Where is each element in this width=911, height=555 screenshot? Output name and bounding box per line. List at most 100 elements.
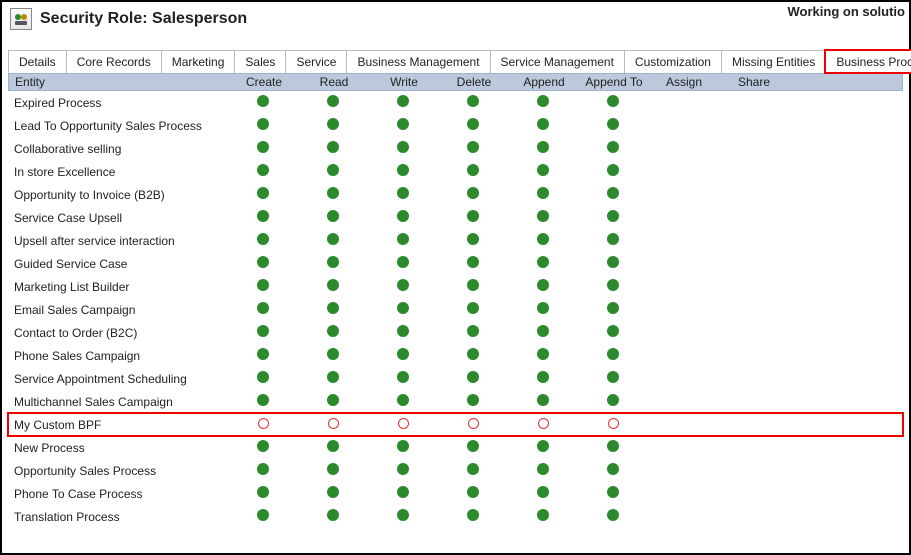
permission-cell[interactable] (368, 418, 438, 432)
permission-cell[interactable] (298, 233, 368, 248)
permission-cell[interactable] (228, 302, 298, 317)
permission-cell[interactable] (508, 256, 578, 271)
permission-cell[interactable] (508, 348, 578, 363)
permission-cell[interactable] (298, 302, 368, 317)
permission-cell[interactable] (438, 141, 508, 156)
permission-cell[interactable] (508, 118, 578, 133)
column-header-read[interactable]: Read (299, 75, 369, 89)
permission-cell[interactable] (298, 486, 368, 501)
permission-cell[interactable] (578, 95, 648, 110)
permission-cell[interactable] (298, 95, 368, 110)
entity-name[interactable]: Contact to Order (B2C) (8, 326, 228, 340)
permission-cell[interactable] (298, 463, 368, 478)
column-header-append[interactable]: Append (509, 75, 579, 89)
permission-cell[interactable] (438, 256, 508, 271)
permission-cell[interactable] (508, 371, 578, 386)
permission-cell[interactable] (508, 302, 578, 317)
entity-name[interactable]: Opportunity Sales Process (8, 464, 228, 478)
permission-cell[interactable] (578, 394, 648, 409)
permission-cell[interactable] (578, 302, 648, 317)
permission-cell[interactable] (368, 141, 438, 156)
permission-cell[interactable] (298, 394, 368, 409)
entity-name[interactable]: My Custom BPF (8, 418, 228, 432)
tab-marketing[interactable]: Marketing (161, 50, 236, 73)
tab-details[interactable]: Details (8, 50, 67, 73)
permission-cell[interactable] (228, 509, 298, 524)
permission-cell[interactable] (228, 486, 298, 501)
permission-cell[interactable] (578, 348, 648, 363)
permission-cell[interactable] (578, 279, 648, 294)
permission-cell[interactable] (368, 256, 438, 271)
permission-cell[interactable] (298, 118, 368, 133)
permission-cell[interactable] (228, 187, 298, 202)
permission-cell[interactable] (298, 164, 368, 179)
permission-cell[interactable] (438, 394, 508, 409)
entity-name[interactable]: Email Sales Campaign (8, 303, 228, 317)
permission-cell[interactable] (438, 418, 508, 432)
entity-name[interactable]: Multichannel Sales Campaign (8, 395, 228, 409)
permission-cell[interactable] (368, 210, 438, 225)
tab-core-records[interactable]: Core Records (66, 50, 162, 73)
permission-cell[interactable] (228, 118, 298, 133)
permission-cell[interactable] (438, 325, 508, 340)
permission-cell[interactable] (578, 418, 648, 432)
permission-cell[interactable] (578, 371, 648, 386)
permission-cell[interactable] (228, 95, 298, 110)
entity-name[interactable]: Translation Process (8, 510, 228, 524)
permission-cell[interactable] (368, 325, 438, 340)
permission-cell[interactable] (508, 164, 578, 179)
entity-name[interactable]: Marketing List Builder (8, 280, 228, 294)
permission-cell[interactable] (298, 141, 368, 156)
tab-missing-entities[interactable]: Missing Entities (721, 50, 826, 73)
column-header-entity[interactable]: Entity (9, 75, 229, 89)
permission-cell[interactable] (298, 256, 368, 271)
permission-cell[interactable] (508, 440, 578, 455)
permission-cell[interactable] (438, 302, 508, 317)
permission-cell[interactable] (298, 187, 368, 202)
permission-cell[interactable] (368, 302, 438, 317)
entity-name[interactable]: Expired Process (8, 96, 228, 110)
column-header-append-to[interactable]: Append To (579, 75, 649, 89)
entity-name[interactable]: Service Case Upsell (8, 211, 228, 225)
permission-cell[interactable] (508, 141, 578, 156)
column-header-share[interactable]: Share (719, 75, 789, 89)
permission-cell[interactable] (298, 210, 368, 225)
permission-cell[interactable] (438, 118, 508, 133)
permission-cell[interactable] (298, 440, 368, 455)
permission-cell[interactable] (578, 486, 648, 501)
entity-name[interactable]: Upsell after service interaction (8, 234, 228, 248)
permission-cell[interactable] (508, 279, 578, 294)
permission-cell[interactable] (298, 418, 368, 432)
permission-cell[interactable] (578, 509, 648, 524)
permission-cell[interactable] (368, 164, 438, 179)
permission-cell[interactable] (508, 187, 578, 202)
permission-cell[interactable] (438, 95, 508, 110)
permission-cell[interactable] (438, 486, 508, 501)
permission-cell[interactable] (368, 187, 438, 202)
permission-cell[interactable] (368, 394, 438, 409)
permission-cell[interactable] (578, 440, 648, 455)
permission-cell[interactable] (438, 348, 508, 363)
permission-cell[interactable] (228, 348, 298, 363)
permission-cell[interactable] (578, 325, 648, 340)
permission-cell[interactable] (508, 394, 578, 409)
entity-name[interactable]: New Process (8, 441, 228, 455)
entity-name[interactable]: Phone Sales Campaign (8, 349, 228, 363)
permission-cell[interactable] (508, 325, 578, 340)
column-header-assign[interactable]: Assign (649, 75, 719, 89)
permission-cell[interactable] (508, 509, 578, 524)
permission-cell[interactable] (438, 210, 508, 225)
tab-sales[interactable]: Sales (234, 50, 286, 73)
permission-cell[interactable] (368, 463, 438, 478)
permission-cell[interactable] (228, 233, 298, 248)
permission-cell[interactable] (368, 95, 438, 110)
permission-cell[interactable] (438, 509, 508, 524)
entity-name[interactable]: Collaborative selling (8, 142, 228, 156)
permission-cell[interactable] (298, 325, 368, 340)
permission-cell[interactable] (368, 509, 438, 524)
tab-service[interactable]: Service (285, 50, 347, 73)
permission-cell[interactable] (438, 233, 508, 248)
permission-cell[interactable] (438, 279, 508, 294)
permission-cell[interactable] (508, 95, 578, 110)
entity-name[interactable]: Guided Service Case (8, 257, 228, 271)
